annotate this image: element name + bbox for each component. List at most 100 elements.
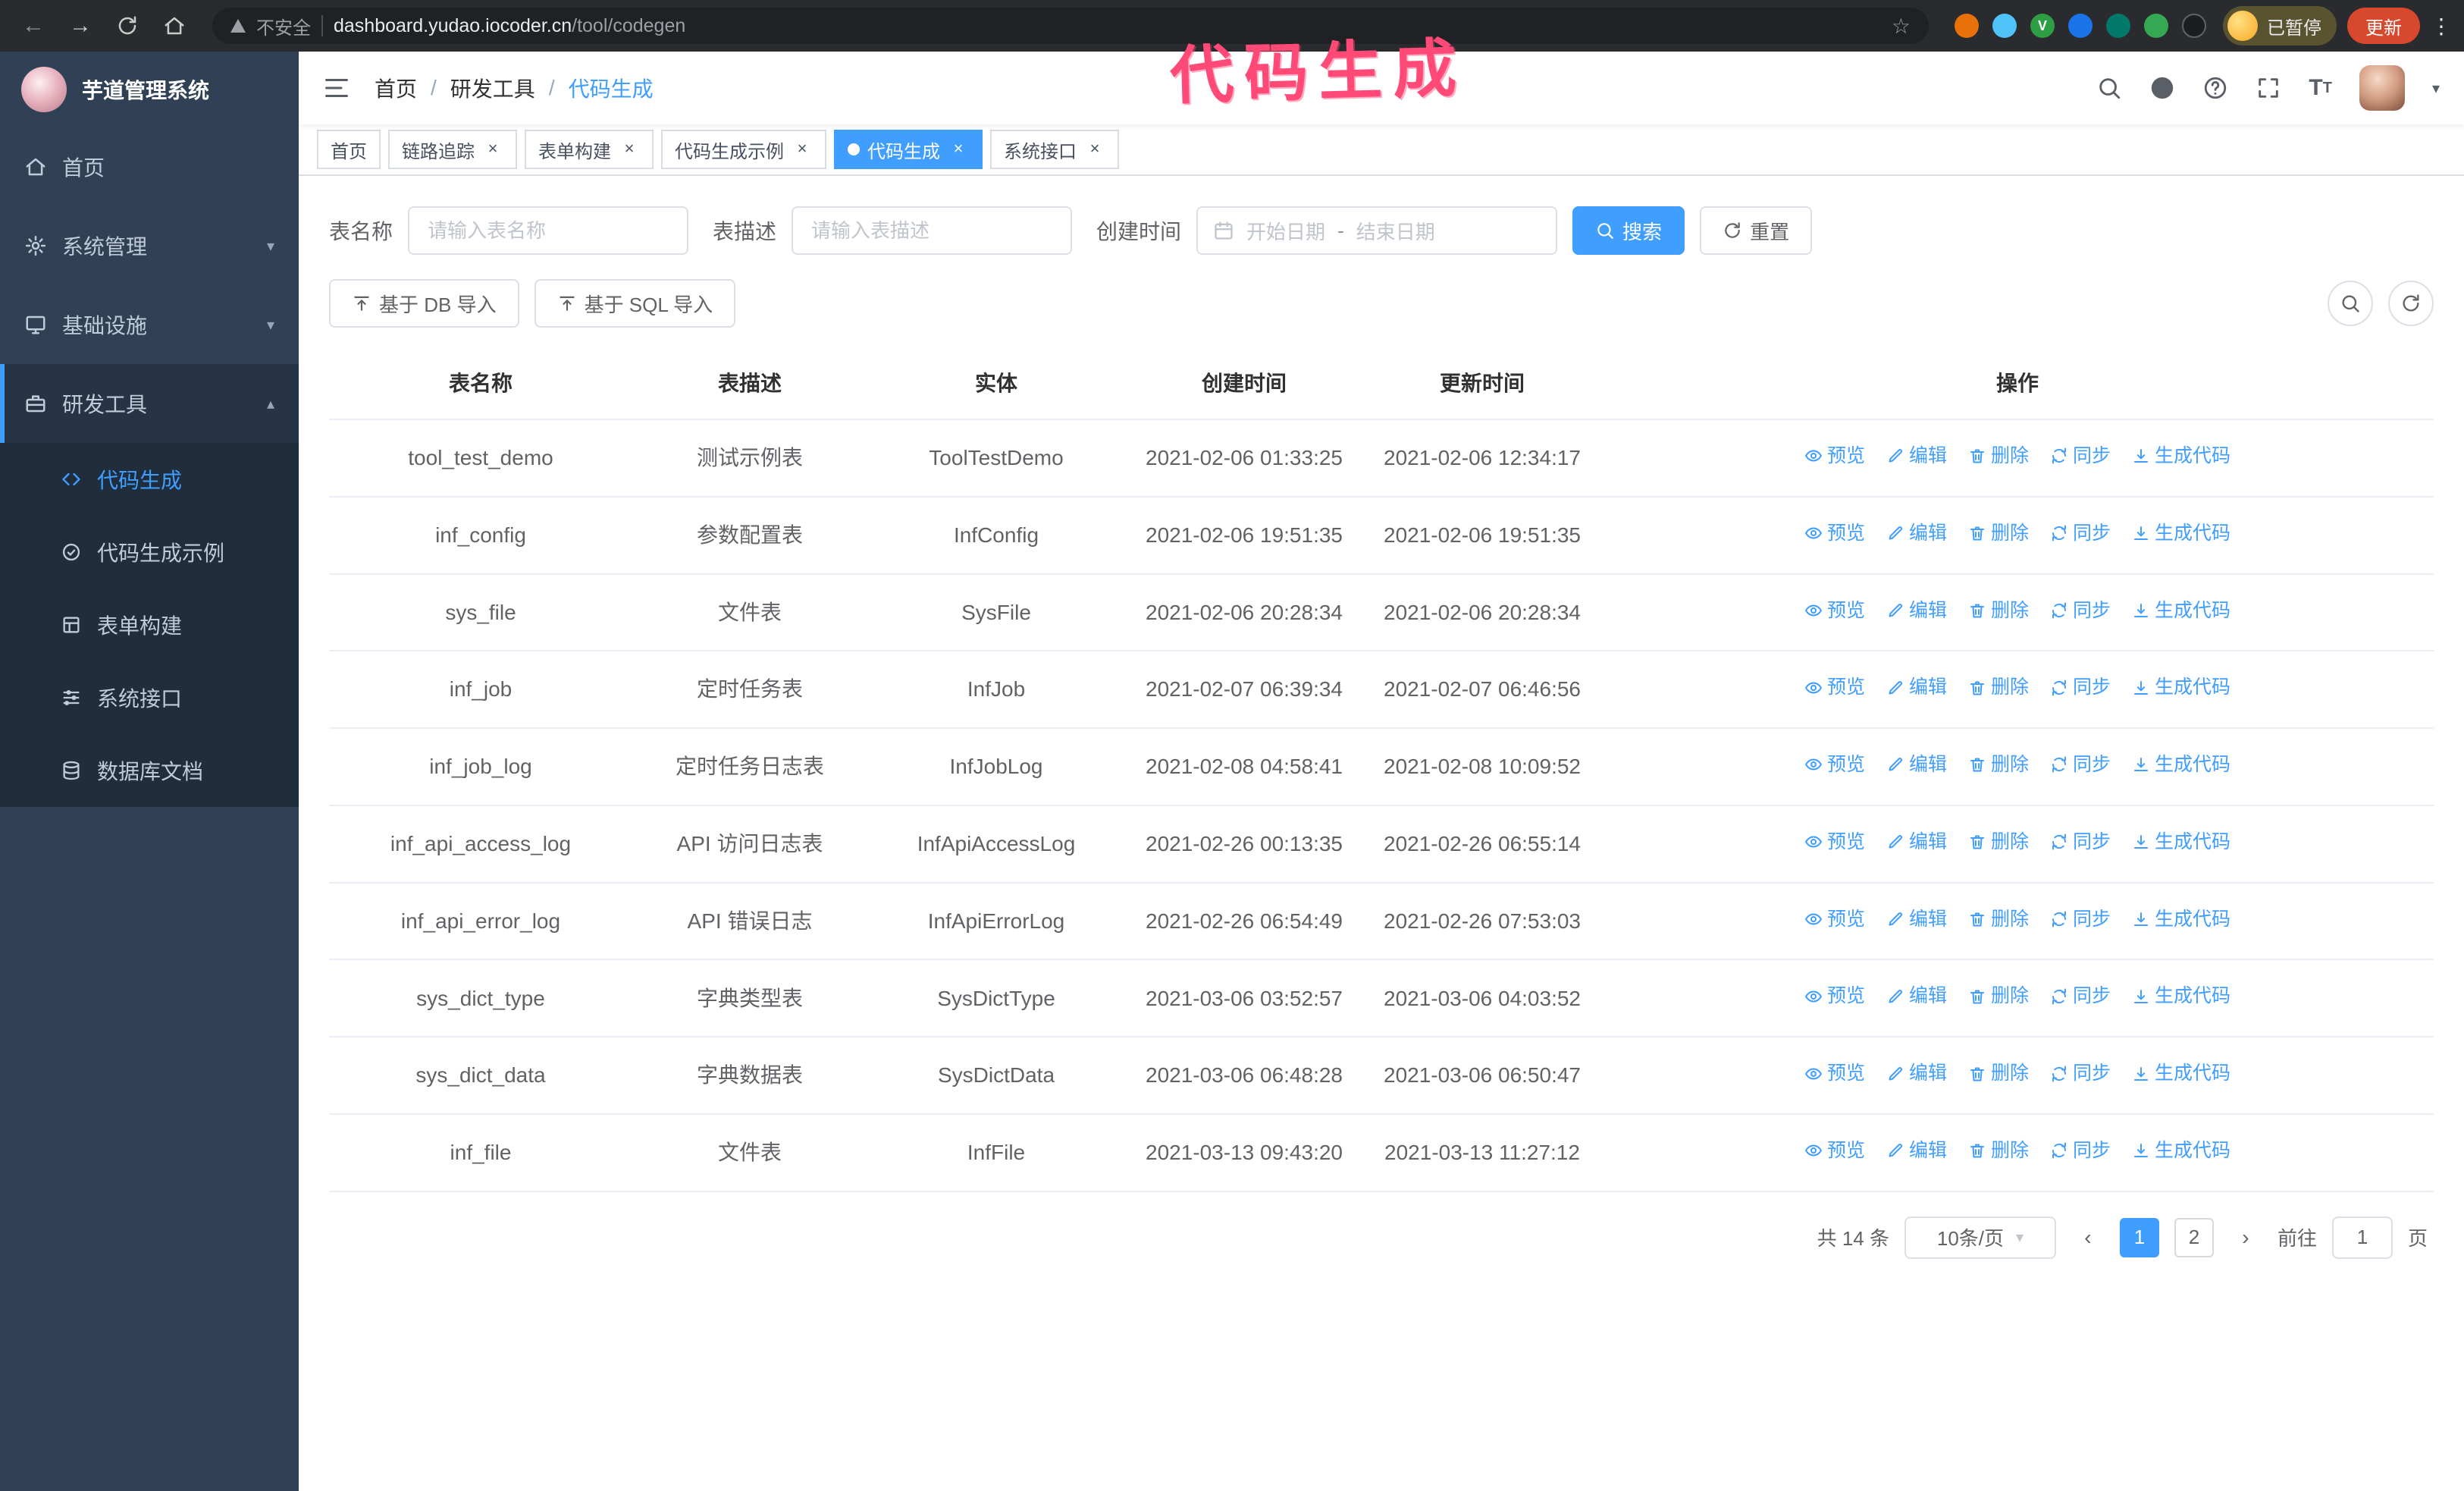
close-icon[interactable]: × bbox=[1084, 139, 1105, 160]
browser-menu-icon[interactable]: ⋮ bbox=[2431, 14, 2452, 39]
row-action-generate[interactable]: 生成代码 bbox=[2132, 519, 2230, 548]
row-action-delete[interactable]: 删除 bbox=[1968, 750, 2029, 780]
row-action-generate[interactable]: 生成代码 bbox=[2132, 905, 2230, 934]
row-action-generate[interactable]: 生成代码 bbox=[2132, 673, 2230, 702]
import-sql-button[interactable]: 基于 SQL 导入 bbox=[534, 279, 736, 328]
row-action-delete[interactable]: 删除 bbox=[1968, 905, 2029, 934]
search-button[interactable]: 搜索 bbox=[1572, 206, 1685, 255]
row-action-delete[interactable]: 删除 bbox=[1968, 827, 2029, 857]
row-action-sync[interactable]: 同步 bbox=[2050, 905, 2111, 934]
back-icon[interactable]: ← bbox=[15, 8, 52, 44]
close-icon[interactable]: × bbox=[948, 139, 969, 160]
tab-system-api[interactable]: 系统接口 × bbox=[990, 130, 1119, 169]
extension-icon-7[interactable] bbox=[2182, 14, 2206, 38]
row-action-preview[interactable]: 预览 bbox=[1804, 519, 1865, 548]
github-icon[interactable] bbox=[2149, 75, 2175, 101]
date-range-picker[interactable]: 开始日期 - 结束日期 bbox=[1196, 206, 1558, 255]
refresh-table-button[interactable] bbox=[2388, 281, 2434, 326]
row-action-edit[interactable]: 编辑 bbox=[1886, 905, 1947, 934]
row-action-preview[interactable]: 预览 bbox=[1804, 1136, 1865, 1166]
row-action-generate[interactable]: 生成代码 bbox=[2132, 981, 2230, 1011]
row-action-edit[interactable]: 编辑 bbox=[1886, 596, 1947, 626]
row-action-sync[interactable]: 同步 bbox=[2050, 1136, 2111, 1166]
row-action-sync[interactable]: 同步 bbox=[2050, 519, 2111, 548]
address-bar[interactable]: 不安全 dashboard.yudao.iocoder.cn /tool/cod… bbox=[212, 8, 1929, 44]
import-db-button[interactable]: 基于 DB 导入 bbox=[329, 279, 519, 328]
sidebar-item-devtools[interactable]: 研发工具 ▴ bbox=[0, 364, 299, 443]
sidebar-item-infra[interactable]: 基础设施 ▾ bbox=[0, 285, 299, 364]
row-action-sync[interactable]: 同步 bbox=[2050, 673, 2111, 702]
row-action-generate[interactable]: 生成代码 bbox=[2132, 750, 2230, 780]
row-action-sync[interactable]: 同步 bbox=[2050, 827, 2111, 857]
sidebar-item-system[interactable]: 系统管理 ▾ bbox=[0, 206, 299, 285]
sidebar-item-codegen[interactable]: 代码生成 bbox=[0, 443, 299, 516]
row-action-edit[interactable]: 编辑 bbox=[1886, 981, 1947, 1011]
row-action-preview[interactable]: 预览 bbox=[1804, 441, 1865, 471]
row-action-preview[interactable]: 预览 bbox=[1804, 905, 1865, 934]
breadcrumb-item[interactable]: 首页 bbox=[375, 73, 417, 103]
row-action-delete[interactable]: 删除 bbox=[1968, 596, 2029, 626]
tab-home[interactable]: 首页 bbox=[317, 130, 381, 169]
help-icon[interactable] bbox=[2202, 75, 2228, 101]
row-action-sync[interactable]: 同步 bbox=[2050, 750, 2111, 780]
sidebar-item-db-doc[interactable]: 数据库文档 bbox=[0, 734, 299, 807]
fullscreen-icon[interactable] bbox=[2256, 75, 2281, 101]
row-action-sync[interactable]: 同步 bbox=[2050, 441, 2111, 471]
sidebar-item-home[interactable]: 首页 bbox=[0, 127, 299, 206]
next-page-icon[interactable]: › bbox=[2229, 1216, 2262, 1259]
row-action-generate[interactable]: 生成代码 bbox=[2132, 1059, 2230, 1088]
extension-icon-6[interactable] bbox=[2144, 14, 2168, 38]
browser-profile-badge[interactable]: 已暂停 bbox=[2223, 6, 2337, 46]
table-name-input[interactable] bbox=[408, 206, 689, 255]
page-number-2[interactable]: 2 bbox=[2174, 1217, 2214, 1257]
row-action-delete[interactable]: 删除 bbox=[1968, 673, 2029, 702]
page-number-1[interactable]: 1 bbox=[2119, 1217, 2159, 1257]
row-action-edit[interactable]: 编辑 bbox=[1886, 1136, 1947, 1166]
font-size-icon[interactable]: TT bbox=[2309, 77, 2332, 99]
row-action-sync[interactable]: 同步 bbox=[2050, 1059, 2111, 1088]
user-avatar[interactable] bbox=[2359, 65, 2405, 111]
sidebar-item-codegen-example[interactable]: 代码生成示例 bbox=[0, 516, 299, 589]
row-action-delete[interactable]: 删除 bbox=[1968, 981, 2029, 1011]
browser-home-icon[interactable] bbox=[156, 8, 193, 44]
tab-tracing[interactable]: 链路追踪 × bbox=[388, 130, 517, 169]
bookmark-star-icon[interactable]: ☆ bbox=[1892, 14, 1911, 39]
toggle-search-button[interactable] bbox=[2328, 281, 2373, 326]
forward-icon[interactable]: → bbox=[62, 8, 99, 44]
browser-update-button[interactable]: 更新 bbox=[2347, 8, 2420, 44]
tab-form-builder[interactable]: 表单构建 × bbox=[525, 130, 654, 169]
sidebar-logo[interactable]: 芋道管理系统 bbox=[0, 52, 299, 127]
row-action-generate[interactable]: 生成代码 bbox=[2132, 596, 2230, 626]
table-desc-input[interactable] bbox=[792, 206, 1073, 255]
row-action-preview[interactable]: 预览 bbox=[1804, 981, 1865, 1011]
reload-icon[interactable] bbox=[109, 8, 146, 44]
row-action-delete[interactable]: 删除 bbox=[1968, 1136, 2029, 1166]
row-action-preview[interactable]: 预览 bbox=[1804, 827, 1865, 857]
row-action-preview[interactable]: 预览 bbox=[1804, 596, 1865, 626]
extension-icon-2[interactable] bbox=[1992, 14, 2017, 38]
row-action-sync[interactable]: 同步 bbox=[2050, 596, 2111, 626]
row-action-generate[interactable]: 生成代码 bbox=[2132, 827, 2230, 857]
row-action-edit[interactable]: 编辑 bbox=[1886, 441, 1947, 471]
row-action-delete[interactable]: 删除 bbox=[1968, 519, 2029, 548]
row-action-delete[interactable]: 删除 bbox=[1968, 441, 2029, 471]
sidebar-item-system-api[interactable]: 系统接口 bbox=[0, 661, 299, 734]
breadcrumb-item[interactable]: 研发工具 bbox=[450, 73, 535, 103]
goto-page-input[interactable] bbox=[2331, 1216, 2393, 1259]
close-icon[interactable]: × bbox=[792, 139, 813, 160]
search-icon[interactable] bbox=[2096, 75, 2122, 101]
avatar-caret-icon[interactable]: ▾ bbox=[2432, 79, 2440, 98]
sidebar-toggle-icon[interactable] bbox=[323, 74, 350, 102]
row-action-preview[interactable]: 预览 bbox=[1804, 673, 1865, 702]
row-action-edit[interactable]: 编辑 bbox=[1886, 673, 1947, 702]
row-action-edit[interactable]: 编辑 bbox=[1886, 519, 1947, 548]
tab-codegen[interactable]: 代码生成 × bbox=[834, 130, 983, 169]
row-action-sync[interactable]: 同步 bbox=[2050, 981, 2111, 1011]
tab-codegen-example[interactable]: 代码生成示例 × bbox=[661, 130, 826, 169]
reset-button[interactable]: 重置 bbox=[1700, 206, 1813, 255]
sidebar-item-form-builder[interactable]: 表单构建 bbox=[0, 589, 299, 661]
extension-icon-4[interactable] bbox=[2068, 14, 2093, 38]
row-action-delete[interactable]: 删除 bbox=[1968, 1059, 2029, 1088]
row-action-edit[interactable]: 编辑 bbox=[1886, 750, 1947, 780]
prev-page-icon[interactable]: ‹ bbox=[2071, 1216, 2105, 1259]
